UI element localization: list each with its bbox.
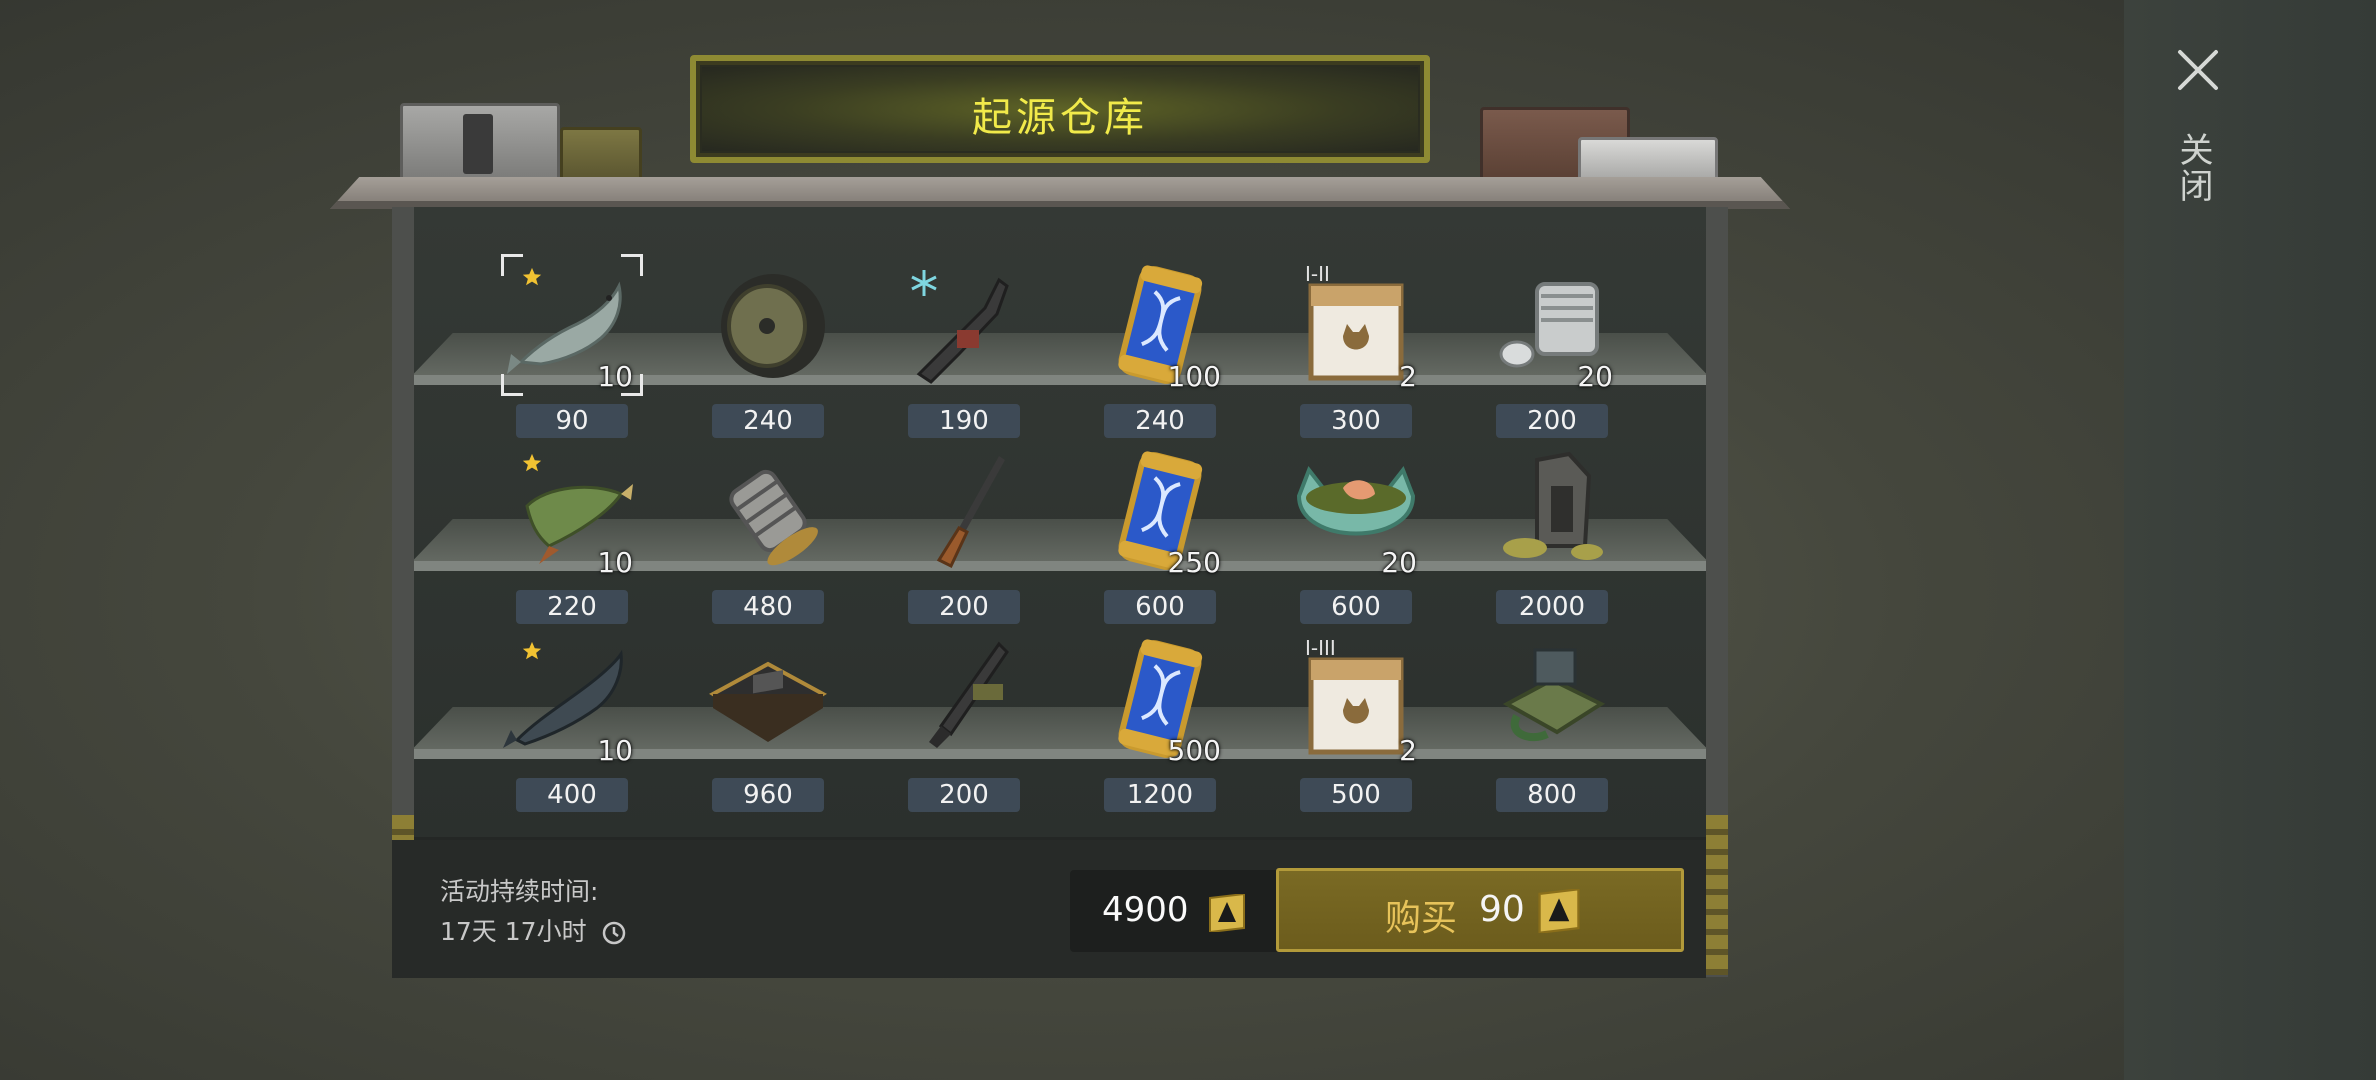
price-tag: 600: [1104, 590, 1216, 624]
star-icon: [522, 267, 542, 286]
item-quantity: 10: [597, 546, 633, 579]
buy-button[interactable]: 购买 90: [1276, 868, 1684, 952]
price-tag: 800: [1496, 778, 1608, 812]
tech-shrine-icon: [1503, 451, 1603, 560]
shop-item-frost-rifle[interactable]: 190: [889, 250, 1039, 440]
price-tag: 200: [1496, 404, 1608, 438]
shop-item-launcher[interactable]: 200: [889, 624, 1039, 814]
shop-item-pet-food-bowl[interactable]: 20 600: [1281, 436, 1431, 626]
price-tag: 200: [908, 590, 1020, 624]
price-tag: 960: [712, 778, 824, 812]
price-tag: 1200: [1104, 778, 1216, 812]
wheel-icon: [721, 274, 825, 378]
price-tag: 190: [908, 404, 1020, 438]
crate-decoration: [400, 103, 560, 181]
camshaft-icon: [729, 469, 818, 566]
shop-item-cat-crate[interactable]: I-III 2 500: [1281, 624, 1431, 814]
shop-item-circuit-board[interactable]: 960: [693, 624, 843, 814]
shop-item-dna-capsule[interactable]: 500 1200: [1085, 624, 1235, 814]
shop-item-dna-capsule[interactable]: 100 240: [1085, 250, 1235, 440]
item-quantity: 250: [1167, 546, 1221, 579]
price-tag: 500: [1300, 778, 1412, 812]
close-button[interactable]: 关闭: [2162, 40, 2234, 220]
dino-outpost-icon: [1502, 648, 1606, 742]
bottom-bar: 活动持续时间: 17天 17小时 4900 购买 90: [392, 840, 1706, 978]
item-quantity: 10: [597, 734, 633, 767]
shelf-top: [330, 177, 1790, 209]
shop-item-camshaft[interactable]: 480: [693, 436, 843, 626]
star-icon: [522, 641, 542, 660]
page-title: 起源仓库: [972, 95, 1148, 141]
item-quantity: 10: [597, 360, 633, 393]
price-tag: 240: [712, 404, 824, 438]
duration-label: 活动持续时间:: [440, 877, 599, 906]
price-tag: 90: [516, 404, 628, 438]
price-tag: 220: [516, 590, 628, 624]
shop-item-cat-crate[interactable]: I-II 2 300: [1281, 250, 1431, 440]
item-quantity: 2: [1399, 360, 1417, 393]
shop-item-salmon[interactable]: 10 90: [497, 250, 647, 440]
item-quantity: 100: [1167, 360, 1221, 393]
hazard-stripe: [1706, 815, 1728, 975]
item-quantity: 20: [1381, 546, 1417, 579]
price-tag: 240: [1104, 404, 1216, 438]
price-tag: 200: [908, 778, 1020, 812]
close-icon: [2178, 50, 2218, 90]
launcher-icon: [929, 641, 1009, 748]
shop-item-tech-shrine[interactable]: 2000: [1477, 436, 1627, 626]
price-tag: 400: [516, 778, 628, 812]
item-quantity: 500: [1167, 734, 1221, 767]
clock-icon: [602, 921, 625, 945]
buy-label: 购买: [1385, 898, 1458, 939]
currency-icon: [1209, 894, 1245, 932]
shop-item-dna-capsule[interactable]: 250 600: [1085, 436, 1235, 626]
price-tag: 300: [1300, 404, 1412, 438]
title-plate: 起源仓库: [690, 55, 1430, 163]
event-duration: 活动持续时间: 17天 17小时: [440, 872, 627, 952]
duration-value: 17天 17小时: [440, 917, 587, 946]
shop-item-pike[interactable]: 10 220: [497, 436, 647, 626]
price-tag: 2000: [1496, 590, 1608, 624]
item-quantity: 2: [1399, 734, 1417, 767]
price-tag: 480: [712, 590, 824, 624]
close-label: 关闭: [2173, 132, 2213, 204]
shop-item-engine-cylinder[interactable]: 20 200: [1477, 250, 1627, 440]
frost-icon: [911, 270, 937, 296]
shop-item-dino-outpost[interactable]: 800: [1477, 624, 1627, 814]
star-icon: [522, 453, 542, 472]
currency-balance: 4900: [1070, 870, 1284, 952]
balance-amount: 4900: [1102, 890, 1189, 930]
currency-icon: [1538, 889, 1580, 933]
item-tier: I-III: [1305, 636, 1336, 660]
item-quantity: 20: [1577, 360, 1613, 393]
crate-decoration: [560, 127, 642, 183]
buy-price: 90: [1479, 889, 1525, 930]
price-tag: 600: [1300, 590, 1412, 624]
shotgun-icon: [936, 456, 1005, 569]
shop-item-wheel[interactable]: 240: [693, 250, 843, 440]
item-tier: I-II: [1305, 262, 1330, 286]
circuit-board-icon: [709, 661, 827, 742]
shop-item-shotgun[interactable]: 200: [889, 436, 1039, 626]
shop-item-sturgeon[interactable]: 10 400: [497, 624, 647, 814]
